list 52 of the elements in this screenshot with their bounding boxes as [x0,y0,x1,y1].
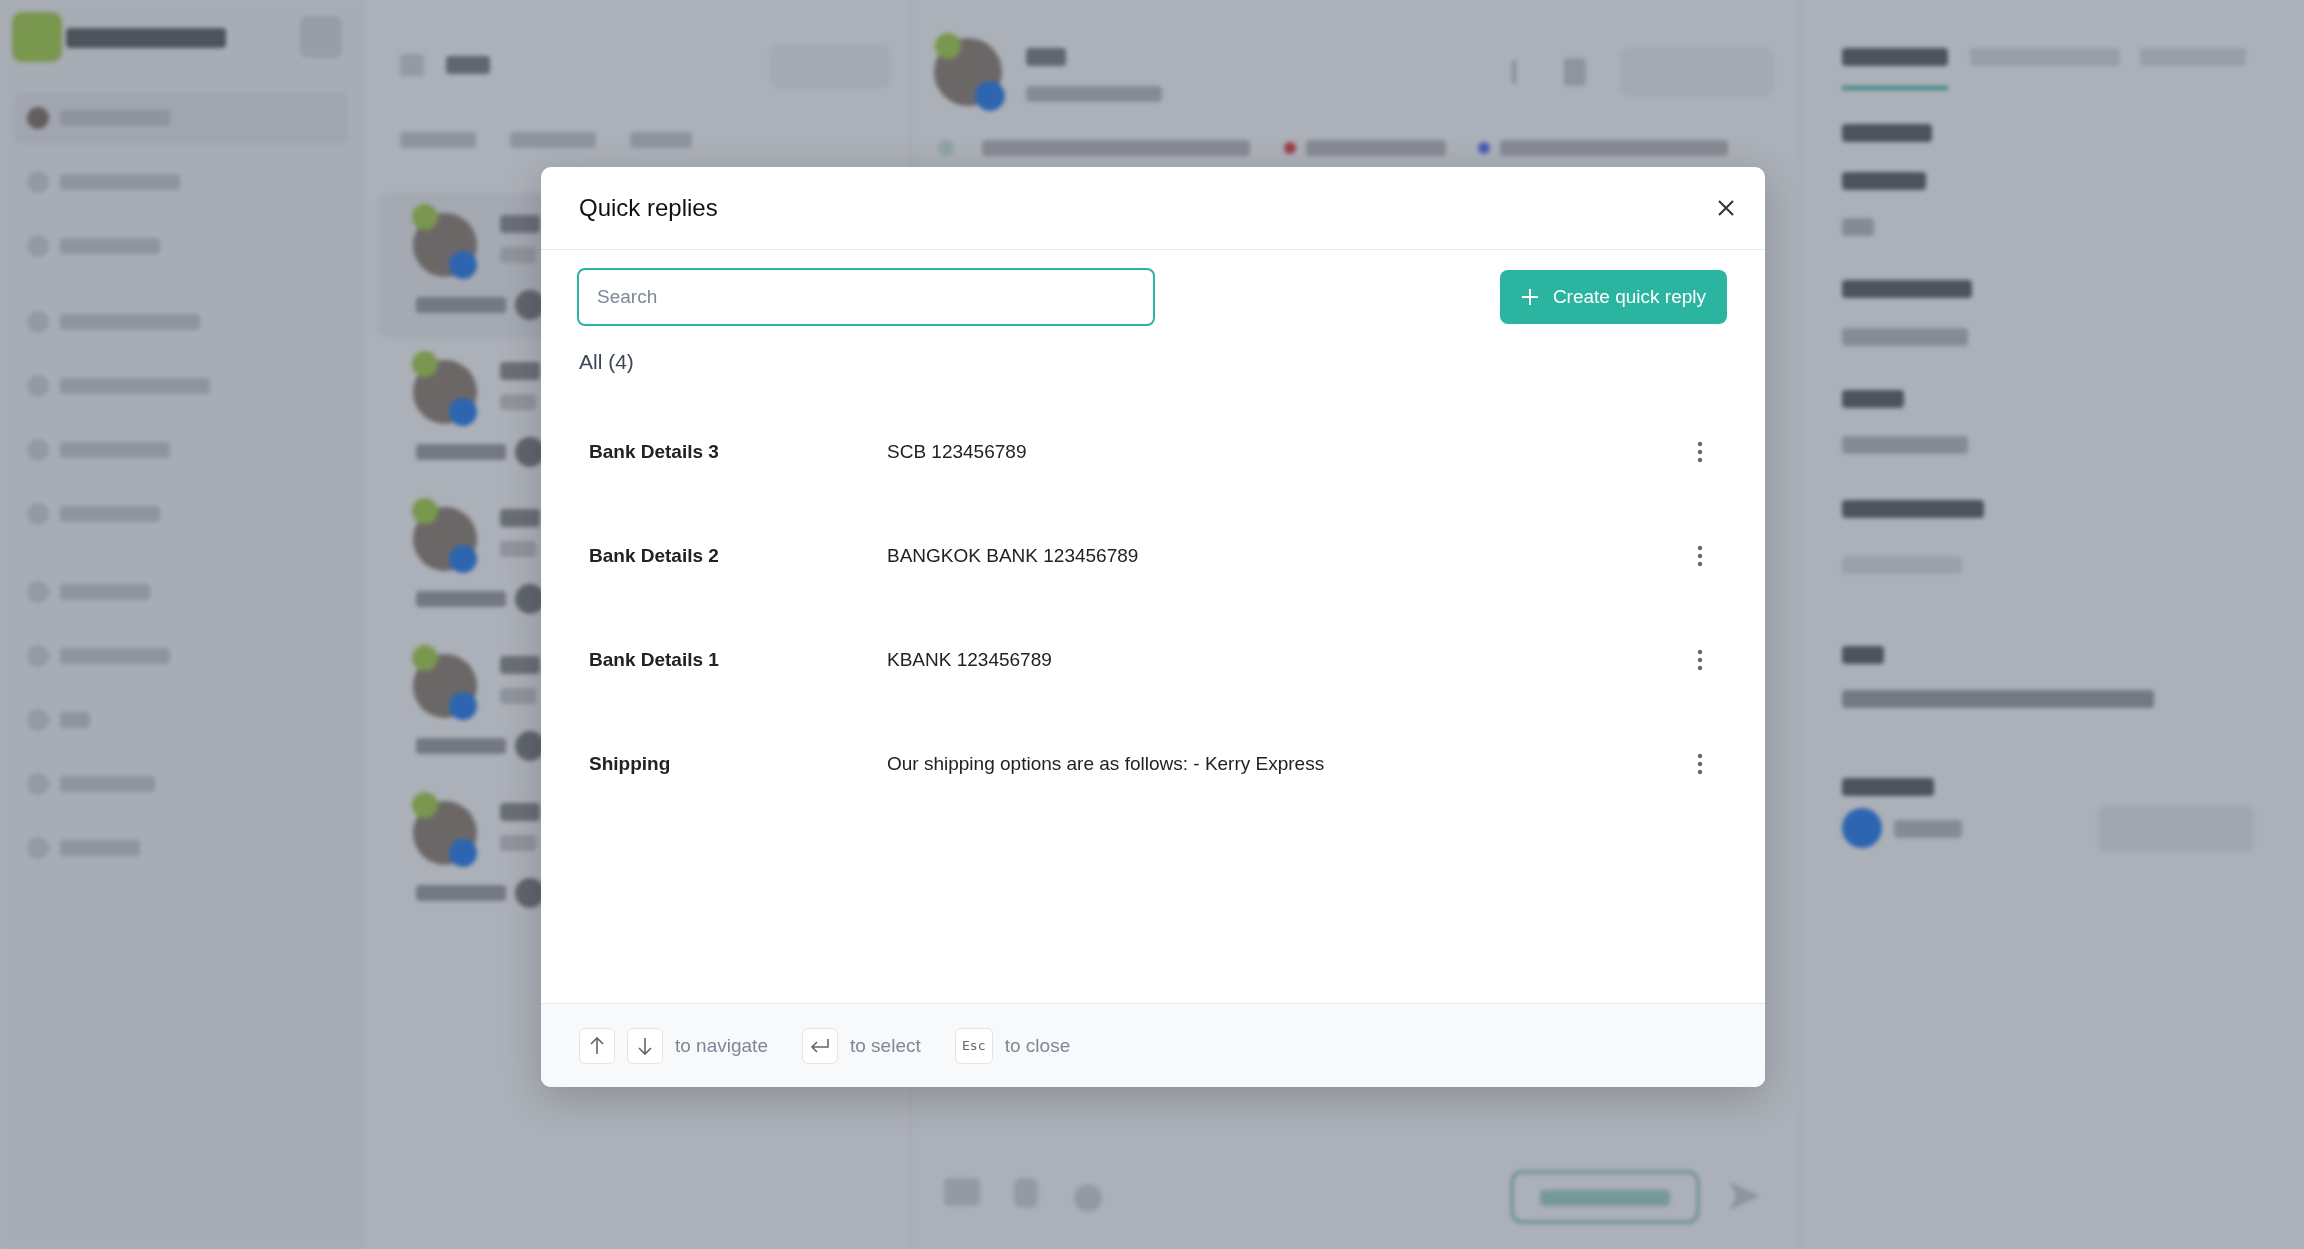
blurred-text-bar [500,247,536,263]
reply-text: SCB 123456789 [887,441,1028,463]
more-icon[interactable] [1697,752,1703,776]
keyboard-key: Esc [954,1027,993,1064]
quick-reply-row[interactable]: Shipping Our shipping options are as follows: - Kerry Express [589,712,1727,816]
reply-count: All (4) [578,349,635,374]
blurred-text-bar [1842,390,1904,408]
reply-text: BANGKOK BANK 123456789 [887,545,1140,567]
more-icon[interactable] [1697,440,1703,464]
modal-title: Quick replies [579,194,718,222]
blurred-text-bar [1026,48,1066,66]
arrow-down-icon [636,1035,654,1056]
reply-name: Bank Details 2 [589,545,720,567]
blurred-text-bar [630,132,692,148]
blurred-circle-icon [27,107,49,129]
blurred-text-bar [500,656,540,674]
blurred-text-bar [500,362,540,380]
blurred-text-bar [60,712,90,728]
more-icon[interactable] [1697,544,1703,568]
reply-text: KBANK 123456789 [887,649,1053,671]
blurred-circle-icon [1478,142,1490,154]
shortcut-hint: to close [1004,1034,1071,1057]
shortcut-hint: to select [849,1034,921,1057]
reply-name: Bank Details 1 [589,649,720,671]
blurred-circle-icon [938,140,954,156]
blurred-text-bar [500,509,540,527]
plus-icon [1520,288,1539,306]
blurred-text-bar [500,803,540,821]
more-icon[interactable] [1697,648,1703,672]
blurred-text-bar [1842,646,1884,664]
blurred-text-bar [446,56,490,74]
shortcut-hint: to navigate [675,1034,768,1057]
enter-key-icon [808,1036,831,1055]
search-field[interactable]: Search [577,268,1155,326]
blurred-text-bar [500,541,536,557]
blurred-circle-icon [1284,142,1296,154]
close-icon [1717,199,1735,217]
arrow-up-icon [588,1035,606,1056]
reply-name: Bank Details 3 [589,441,720,463]
blurred-text-bar [500,835,536,851]
reply-name: Shipping [589,753,672,775]
blurred-text-bar [500,688,536,704]
quick-reply-row[interactable]: Bank Details 2 BANGKOK BANK 123456789 [589,504,1727,608]
quick-reply-row[interactable]: Bank Details 3 SCB 123456789 [589,400,1727,504]
blurred-text-bar [1894,820,1962,838]
blurred-circle-icon [1074,1184,1102,1212]
blurred-text-bar [1842,218,1874,236]
blurred-circle-icon [1842,808,1882,848]
blurred-text-bar [500,394,536,410]
blurred-text-bar [500,215,540,233]
reply-text: Our shipping options are as follows: - Kerry Express [887,753,1326,775]
quick-reply-row[interactable]: Bank Details 1 KBANK 123456789 [589,608,1727,712]
